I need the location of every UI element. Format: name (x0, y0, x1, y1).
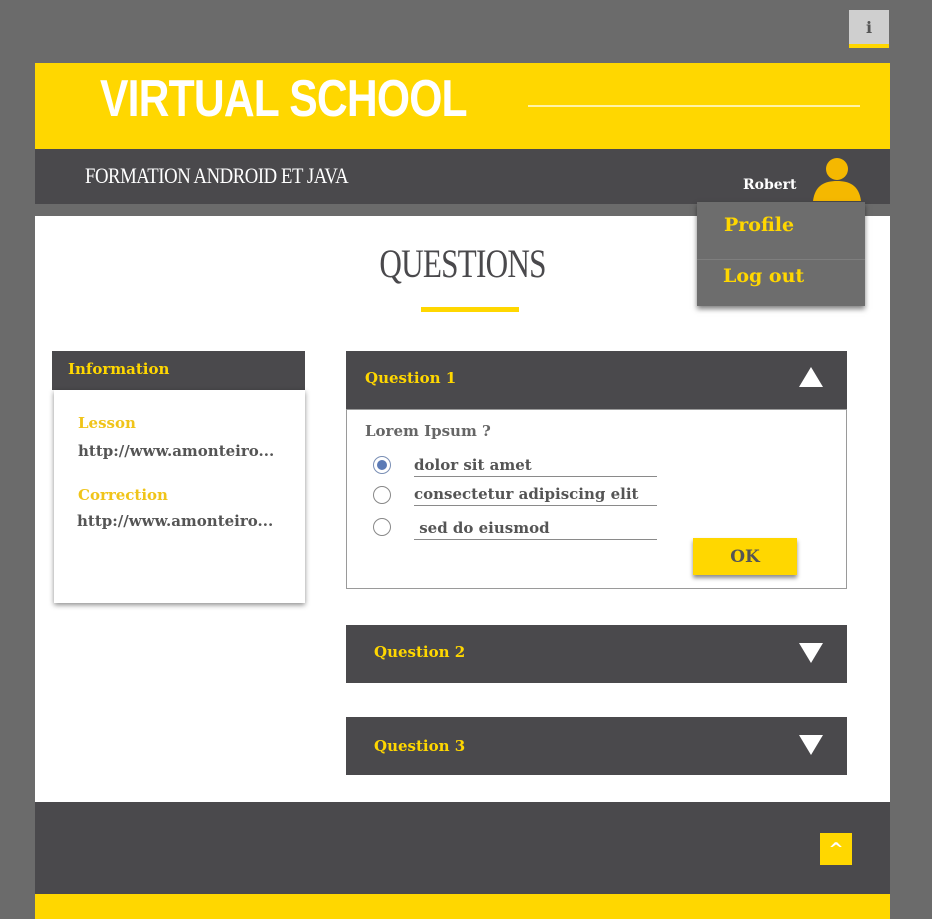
answer-label: consectetur adipiscing elit (414, 485, 657, 506)
course-title: FORMATION ANDROID ET JAVA (85, 163, 349, 188)
username[interactable]: Robert (743, 177, 797, 193)
question-3-header[interactable]: Question 3 (346, 717, 847, 775)
answer-label: sed do eiusmod (414, 519, 657, 540)
back-to-top-button[interactable]: ^ (820, 833, 852, 865)
correction-link[interactable]: http://www.amonteiro... (77, 512, 273, 530)
collapse-arrow-icon[interactable] (799, 367, 823, 387)
user-menu-dropdown: Profile Log out (697, 202, 865, 306)
question-2-header[interactable]: Question 2 (346, 625, 847, 683)
expand-arrow-icon[interactable] (799, 643, 823, 663)
title-underline (421, 307, 519, 312)
correction-label: Correction (78, 486, 168, 504)
info-panel-heading: Information (52, 351, 305, 390)
question-2-title: Question 2 (374, 643, 466, 661)
info-panel: Lesson http://www.amonteiro... Correctio… (54, 390, 305, 603)
radio-button[interactable] (373, 518, 391, 536)
question-1-title: Question 1 (365, 369, 457, 387)
menu-item-profile[interactable]: Profile (697, 202, 865, 253)
lesson-link[interactable]: http://www.amonteiro... (78, 442, 274, 460)
page-title: QUESTIONS (379, 241, 546, 286)
radio-button[interactable] (373, 486, 391, 504)
radio-button-selected[interactable] (373, 456, 391, 474)
footer-accent-bar (35, 894, 890, 919)
info-button[interactable]: i (849, 10, 889, 48)
question-1-body: Lorem Ipsum ? dolor sit amet consectetur… (346, 409, 847, 589)
course-bar: FORMATION ANDROID ET JAVA Robert (35, 149, 890, 204)
ok-button[interactable]: OK (693, 538, 797, 575)
question-1-header[interactable]: Question 1 (346, 351, 847, 409)
footer: ^ (35, 802, 890, 894)
lesson-label: Lesson (78, 414, 136, 432)
brand-logo: VIRTUAL SCHOOL (100, 70, 468, 128)
question-3-title: Question 3 (374, 737, 466, 755)
banner-divider (528, 105, 860, 107)
menu-item-logout[interactable]: Log out (697, 253, 865, 304)
question-prompt: Lorem Ipsum ? (365, 422, 491, 440)
user-silhouette-icon[interactable] (811, 155, 863, 201)
answer-label: dolor sit amet (414, 456, 657, 477)
expand-arrow-icon[interactable] (799, 735, 823, 755)
header-banner: VIRTUAL SCHOOL (35, 63, 890, 149)
